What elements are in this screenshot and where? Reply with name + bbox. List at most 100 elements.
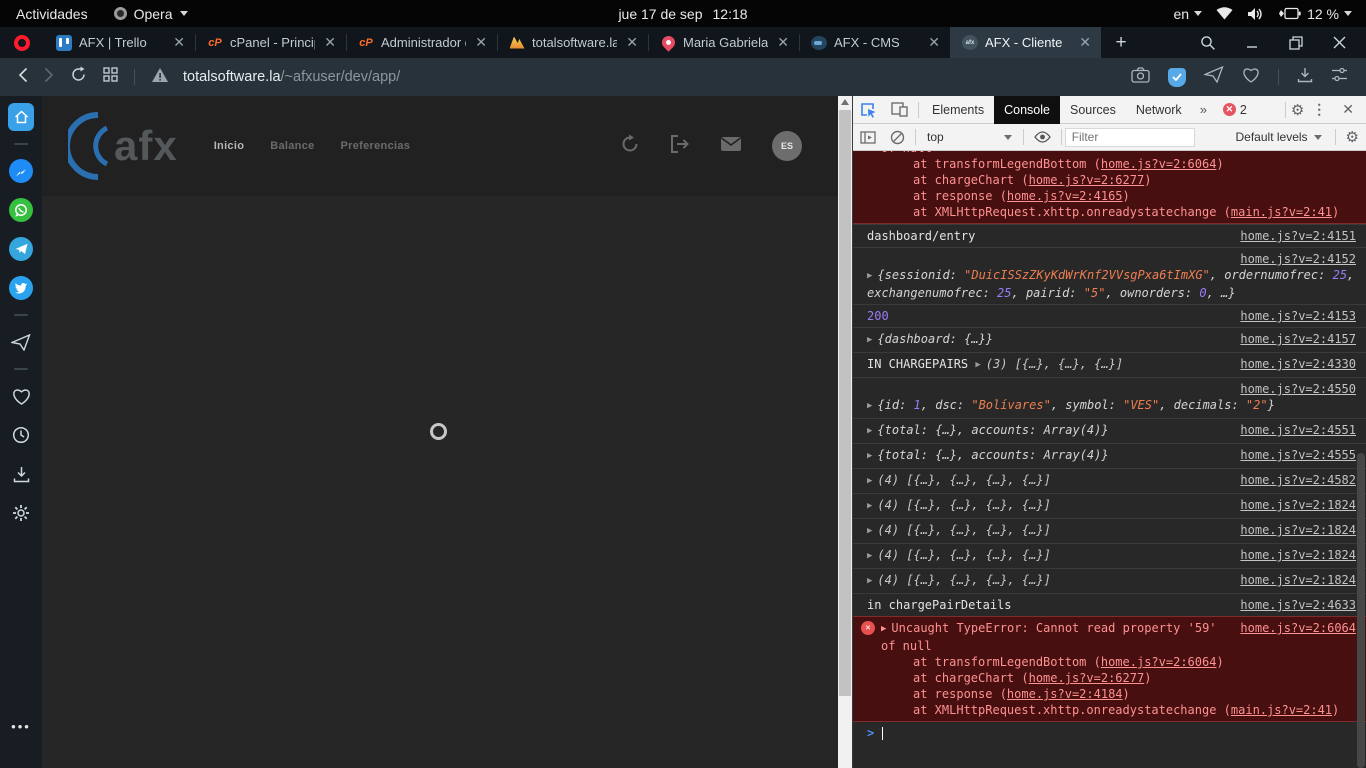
expand-triangle-icon[interactable]: ▶ xyxy=(881,621,886,637)
opera-logo-icon[interactable] xyxy=(0,27,44,58)
tab-close-icon[interactable]: ✕ xyxy=(322,34,338,51)
source-location-link[interactable]: home.js?v=2:4633 xyxy=(1240,597,1356,613)
source-location-link[interactable]: home.js?v=2:6064 xyxy=(1240,620,1356,654)
bookmark-heart-icon[interactable] xyxy=(1242,67,1260,88)
tab-close-icon[interactable]: ✕ xyxy=(1077,34,1093,51)
source-location-link[interactable]: home.js?v=2:4165 xyxy=(1007,189,1123,203)
afx-logo[interactable]: afx xyxy=(68,109,178,183)
devtools-close-button[interactable]: ✕ xyxy=(1334,101,1362,118)
clear-console-icon[interactable] xyxy=(883,130,912,145)
devtools-settings-gear-icon[interactable]: ⚙ xyxy=(1291,101,1304,119)
expand-triangle-icon[interactable]: ▶ xyxy=(867,398,872,414)
refresh-icon[interactable] xyxy=(620,134,640,159)
sidebar-more-button[interactable]: ••• xyxy=(0,719,42,734)
sidebar-download-icon[interactable] xyxy=(8,461,34,487)
browser-tab-4[interactable]: totalsoftware.la✕ xyxy=(497,27,648,58)
browser-tab-1[interactable]: AFX | Trello✕ xyxy=(44,27,195,58)
source-location-link[interactable]: home.js?v=2:1824 xyxy=(1240,522,1356,538)
expand-triangle-icon[interactable]: ▶ xyxy=(867,423,872,439)
devtools-tab-network[interactable]: Network xyxy=(1126,96,1192,124)
browser-tab-5[interactable]: Maria Gabriela H✕ xyxy=(648,27,799,58)
console-filter-input[interactable] xyxy=(1065,128,1195,147)
restore-window-button[interactable] xyxy=(1289,36,1303,50)
expand-triangle-icon[interactable]: ▶ xyxy=(867,268,872,284)
source-location-link[interactable]: home.js?v=2:4550 xyxy=(1240,382,1356,396)
source-location-link[interactable]: home.js?v=2:1824 xyxy=(1240,572,1356,588)
console-error-badge[interactable]: ✕ 2 xyxy=(1215,103,1255,117)
expand-triangle-icon[interactable]: ▶ xyxy=(867,332,872,348)
expand-triangle-icon[interactable]: ▶ xyxy=(867,473,872,489)
keyboard-layout-indicator[interactable]: en xyxy=(1174,6,1203,22)
volume-icon[interactable] xyxy=(1247,7,1264,21)
tab-close-icon[interactable]: ✕ xyxy=(171,34,187,51)
browser-tab-6[interactable]: AFX - CMS✕ xyxy=(799,27,950,58)
expand-triangle-icon[interactable]: ▶ xyxy=(867,523,872,539)
speed-dial-icon[interactable] xyxy=(103,67,118,87)
devtools-scrollbar-thumb[interactable] xyxy=(1357,453,1365,768)
source-location-link[interactable]: home.js?v=2:4555 xyxy=(1240,447,1356,463)
tab-close-icon[interactable]: ✕ xyxy=(624,34,640,51)
logout-icon[interactable] xyxy=(670,135,690,158)
my-flow-icon[interactable] xyxy=(1204,66,1224,88)
download-icon[interactable] xyxy=(1297,67,1313,88)
source-location-link[interactable]: home.js?v=2:1824 xyxy=(1240,547,1356,563)
sidebar-telegram-icon[interactable] xyxy=(8,236,34,262)
browser-tab-3[interactable]: cPAdministrador d✕ xyxy=(346,27,497,58)
close-window-button[interactable] xyxy=(1333,36,1346,49)
source-location-link[interactable]: home.js?v=2:1824 xyxy=(1240,497,1356,513)
sidebar-history-icon[interactable] xyxy=(8,422,34,448)
devtools-tab-console[interactable]: Console xyxy=(994,96,1060,124)
battery-indicator[interactable]: 12 % xyxy=(1278,6,1352,22)
devtools-tab-elements[interactable]: Elements xyxy=(922,96,994,124)
minimize-button[interactable] xyxy=(1246,36,1259,49)
tab-close-icon[interactable]: ✕ xyxy=(473,34,489,51)
app-menu[interactable]: Opera xyxy=(114,6,188,22)
clock[interactable]: jue 17 de sep 12:18 xyxy=(618,6,747,22)
source-location-link[interactable]: home.js?v=2:6064 xyxy=(1101,655,1217,669)
url-field[interactable]: totalsoftware.la/~afxuser/dev/app/ xyxy=(183,69,400,85)
source-location-link[interactable]: home.js?v=2:4152 xyxy=(1240,252,1356,266)
source-location-link[interactable]: home.js?v=2:4551 xyxy=(1240,422,1356,438)
page-scrollbar[interactable] xyxy=(838,96,852,768)
source-location-link[interactable]: main.js?v=2:41 xyxy=(1231,703,1332,717)
back-button[interactable] xyxy=(18,67,28,88)
source-location-link[interactable]: home.js?v=2:4330 xyxy=(1240,356,1356,372)
source-location-link[interactable]: home.js?v=2:4153 xyxy=(1240,308,1356,324)
expand-triangle-icon[interactable]: ▶ xyxy=(867,548,872,564)
devtools-menu-icon[interactable]: ⋮ xyxy=(1306,101,1332,118)
nav-item-preferencias[interactable]: Preferencias xyxy=(341,140,411,152)
sidebar-messenger-icon[interactable] xyxy=(8,158,34,184)
log-levels-dropdown[interactable]: Default levels xyxy=(1226,130,1332,144)
nav-item-balance[interactable]: Balance xyxy=(270,140,314,152)
tab-search-icon[interactable] xyxy=(1200,35,1216,51)
source-location-link[interactable]: home.js?v=2:6064 xyxy=(1240,151,1356,156)
sidebar-home-icon[interactable] xyxy=(8,104,34,130)
sidebar-twitter-icon[interactable] xyxy=(8,275,34,301)
nav-item-inicio[interactable]: Inicio xyxy=(214,140,245,152)
reload-button[interactable] xyxy=(70,66,87,88)
site-security-warning-icon[interactable] xyxy=(151,67,169,88)
tab-close-icon[interactable]: ✕ xyxy=(926,34,942,51)
console-settings-gear-icon[interactable]: ⚙ xyxy=(1339,128,1366,146)
source-location-link[interactable]: home.js?v=2:4184 xyxy=(1007,687,1123,701)
more-tabs-chevron[interactable]: » xyxy=(1192,102,1215,117)
expand-triangle-icon[interactable]: ▶ xyxy=(867,498,872,514)
forward-button[interactable] xyxy=(44,67,54,88)
expand-triangle-icon[interactable]: ▶ xyxy=(867,448,872,464)
language-avatar[interactable]: ES xyxy=(772,131,802,161)
sidebar-heart-icon[interactable] xyxy=(8,383,34,409)
live-expression-eye-icon[interactable] xyxy=(1027,131,1058,143)
console-prompt[interactable]: > xyxy=(853,722,1366,744)
expand-triangle-icon[interactable]: ▶ xyxy=(975,357,980,373)
source-location-link[interactable]: home.js?v=2:6064 xyxy=(1101,157,1217,171)
source-location-link[interactable]: home.js?v=2:4151 xyxy=(1240,228,1356,244)
activities-button[interactable]: Actividades xyxy=(16,6,88,22)
browser-tab-2[interactable]: cPcPanel - Principa✕ xyxy=(195,27,346,58)
sidebar-whatsapp-icon[interactable] xyxy=(8,197,34,223)
ad-blocker-shield-icon[interactable] xyxy=(1168,68,1186,87)
source-location-link[interactable]: main.js?v=2:41 xyxy=(1231,205,1332,219)
scrollbar-thumb[interactable] xyxy=(839,110,851,696)
new-tab-button[interactable]: + xyxy=(1101,27,1141,58)
browser-tab-7[interactable]: afxAFX - Cliente✕ xyxy=(950,27,1101,58)
sidebar-settings-icon[interactable] xyxy=(8,500,34,526)
